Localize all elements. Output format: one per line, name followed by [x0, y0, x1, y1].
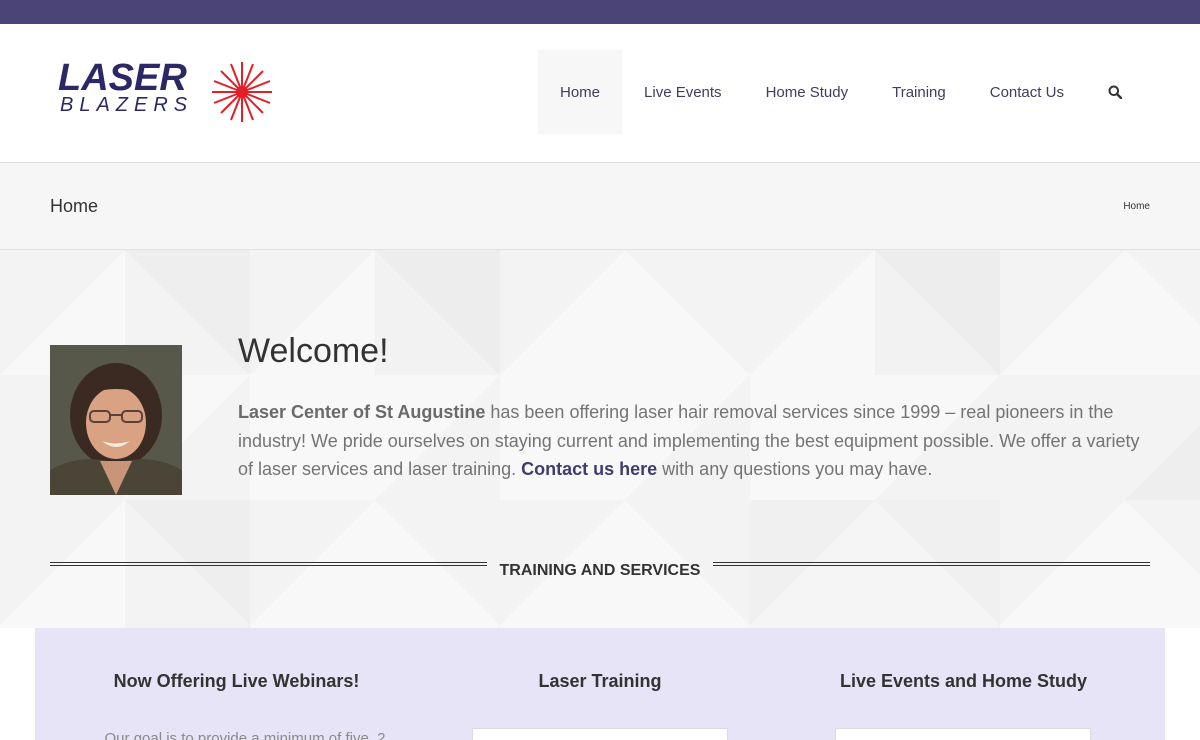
welcome-heading: Welcome!	[238, 332, 389, 370]
site-logo[interactable]: LASER BLAZERS	[56, 58, 276, 128]
service-title-laser-training: Laser Training	[538, 671, 662, 691]
owner-portrait-photo	[50, 345, 182, 495]
top-accent-bar	[0, 0, 1200, 24]
logo-text-laser: LASER	[58, 58, 187, 99]
service-title-webinars: Now Offering Live Webinars!	[113, 671, 360, 691]
service-text-webinars: Our goal is to provide a minimum of five…	[104, 730, 386, 740]
logo-text-blazers: BLAZERS	[60, 94, 193, 116]
search-button[interactable]	[1086, 50, 1144, 134]
nav-item-contact-us[interactable]: Contact Us	[968, 50, 1086, 134]
breadcrumb[interactable]: Home	[1123, 201, 1150, 212]
intro-text-part-2: with any questions you may have.	[657, 459, 933, 479]
separator-line-right	[713, 562, 1150, 566]
service-card-live-events[interactable]	[835, 728, 1091, 740]
site-header: LASER BLAZERS Home Live Events Home Stud…	[0, 24, 1200, 163]
service-card-laser-training[interactable]	[472, 728, 728, 740]
business-name: Laser Center of St Augustine	[238, 402, 486, 422]
page-title-bar: Home Home	[0, 163, 1200, 250]
welcome-section: Welcome! Laser Center of St Augustine ha…	[0, 250, 1200, 628]
main-nav: Home Live Events Home Study Training Con…	[538, 50, 1144, 134]
contact-us-link[interactable]: Contact us here	[521, 459, 657, 479]
page-title: Home	[50, 196, 99, 216]
nav-item-live-events[interactable]: Live Events	[622, 50, 744, 134]
nav-item-training[interactable]: Training	[870, 50, 968, 134]
service-title-live-events: Live Events and Home Study	[839, 671, 1088, 691]
services-section: Now Offering Live Webinars! Our goal is …	[35, 628, 1165, 740]
nav-item-home[interactable]: Home	[538, 50, 623, 134]
laser-burst-icon	[212, 62, 272, 122]
nav-item-home-study[interactable]: Home Study	[744, 50, 871, 134]
search-icon	[1108, 85, 1122, 99]
welcome-intro-text: Laser Center of St Augustine has been of…	[238, 398, 1158, 484]
